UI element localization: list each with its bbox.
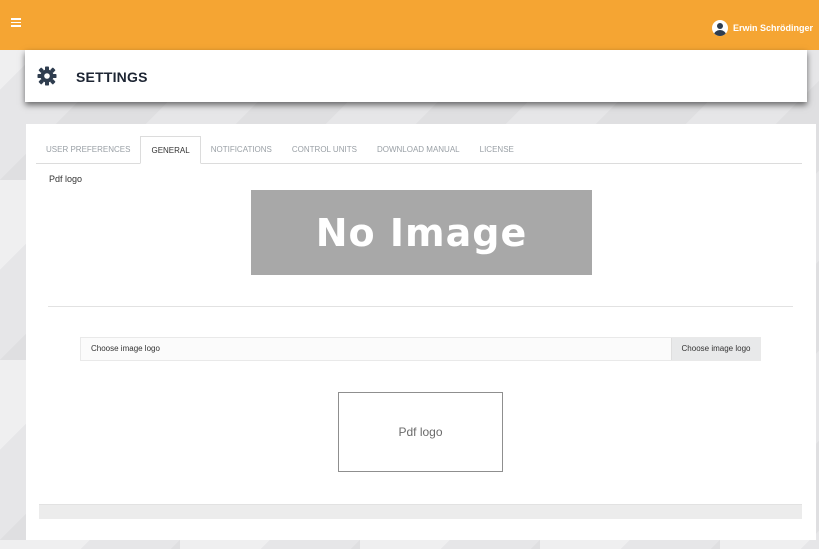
top-bar: Erwin Schrödinger [0, 0, 819, 50]
tab-general[interactable]: GENERAL [140, 136, 201, 164]
hamburger-menu-icon[interactable] [11, 18, 21, 27]
choose-image-logo-button[interactable]: Choose image logo [671, 338, 760, 360]
page-title: SETTINGS [76, 69, 148, 85]
image-logo-file-input[interactable]: Choose image logo [81, 338, 671, 360]
tab-notifications[interactable]: NOTIFICATIONS [201, 136, 282, 164]
panel-footer [39, 504, 802, 519]
gear-icon [37, 66, 57, 86]
image-logo-file-picker: Choose image logo Choose image logo [80, 337, 761, 361]
pdf-logo-label: Pdf logo [49, 174, 83, 184]
settings-panel: USER PREFERENCES GENERAL NOTIFICATIONS C… [26, 124, 816, 540]
tab-user-preferences[interactable]: USER PREFERENCES [36, 136, 140, 164]
tab-download-manual[interactable]: DOWNLOAD MANUAL [367, 136, 470, 164]
settings-header: SETTINGS [25, 50, 807, 102]
settings-tabs: USER PREFERENCES GENERAL NOTIFICATIONS C… [36, 136, 802, 164]
tab-control-units[interactable]: CONTROL UNITS [282, 136, 367, 164]
pdf-logo-preview-text: Pdf logo [398, 425, 443, 439]
no-image-text: No Image [315, 210, 528, 255]
user-menu[interactable]: Erwin Schrödinger [711, 19, 813, 37]
tab-license[interactable]: LICENSE [470, 136, 524, 164]
no-image-placeholder: No Image [251, 190, 592, 275]
divider [48, 306, 793, 307]
pdf-logo-preview: Pdf logo [338, 392, 503, 472]
user-name: Erwin Schrödinger [732, 23, 813, 33]
user-avatar-icon [711, 20, 728, 36]
